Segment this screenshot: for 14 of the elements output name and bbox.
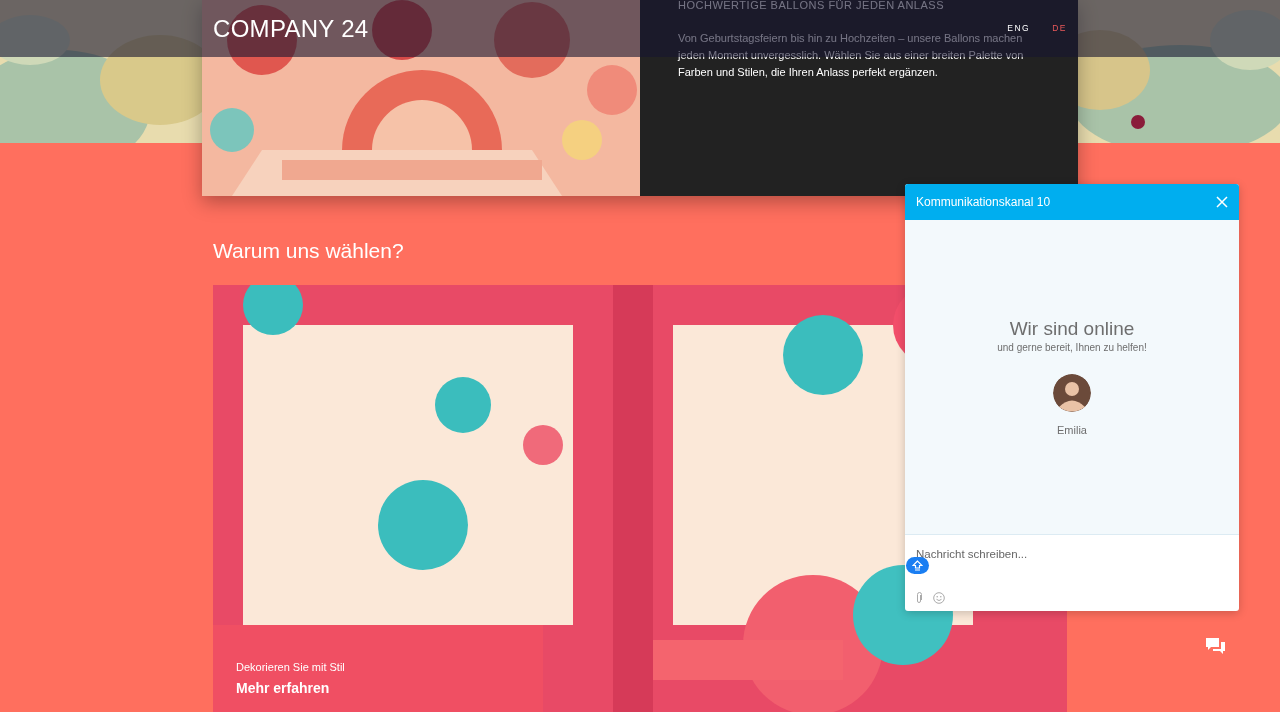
upload-button[interactable] <box>906 557 929 574</box>
chat-title: Kommunikationskanal 10 <box>916 194 1051 211</box>
section-title: Warum uns wählen? <box>213 238 405 264</box>
close-icon[interactable] <box>1216 196 1228 208</box>
emoji-icon[interactable] <box>933 592 945 604</box>
agent-name: Emilia <box>1057 423 1087 438</box>
avatar <box>1053 374 1091 412</box>
message-field[interactable]: Nachricht schreiben... <box>916 546 1228 564</box>
learn-more-link[interactable]: Mehr erfahren <box>236 677 330 699</box>
chat-headline: Wir sind online <box>1009 319 1135 338</box>
attach-icon[interactable] <box>915 592 923 604</box>
chat-subline: und gerne bereit, Ihnen zu helfen! <box>997 341 1147 355</box>
slide-caption: Dekorieren Sie mit Stil <box>236 660 345 676</box>
upload-icon <box>912 560 923 571</box>
